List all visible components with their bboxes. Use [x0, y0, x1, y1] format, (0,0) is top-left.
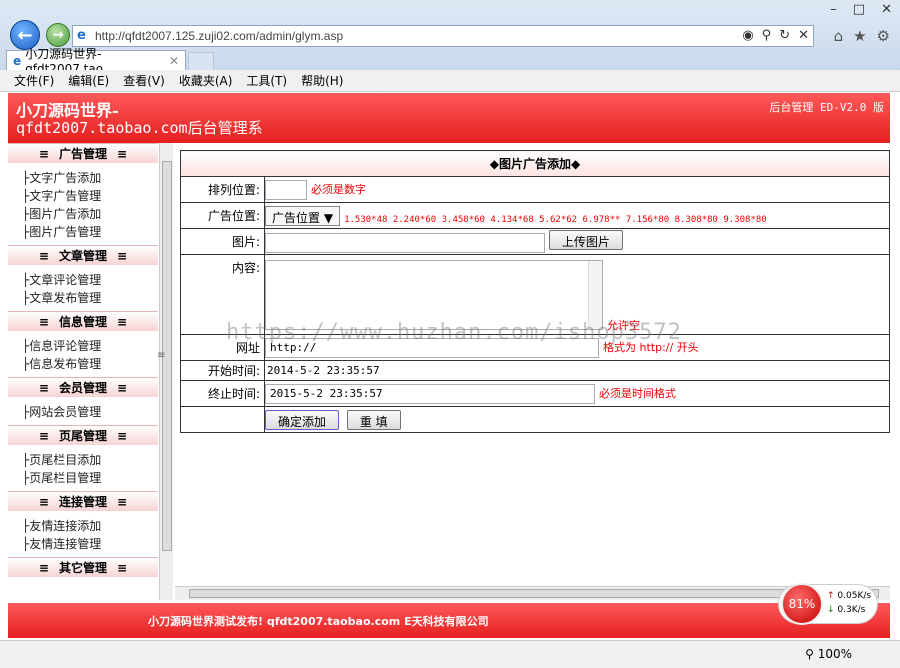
- empty-cell: [180, 406, 265, 433]
- position-label: 广告位置:: [180, 202, 265, 229]
- sidebar-item-text-ad-manage[interactable]: ├文字广告管理: [22, 187, 158, 205]
- content-textarea[interactable]: [265, 259, 603, 330]
- sidebar-item-footer-add[interactable]: ├页尾栏目添加: [22, 451, 158, 469]
- sidebar-scrollbar[interactable]: [159, 143, 173, 600]
- banner-subtitle: qfdt2007.taobao.com后台管理系: [16, 119, 263, 137]
- sidebar-item-article-comments[interactable]: ├文章评论管理: [22, 271, 158, 289]
- watermark: https://www.huzhan.com/ishop3572: [226, 320, 682, 345]
- zoom-level[interactable]: ⚲ 100%: [805, 647, 852, 661]
- tab-close-icon[interactable]: ✕: [169, 54, 179, 68]
- image-label: 图片:: [180, 228, 265, 255]
- reset-button[interactable]: 重 填: [346, 409, 401, 430]
- address-tools: ◉ ⚲ ↻ ✕: [742, 28, 809, 43]
- forward-arrow-icon[interactable]: →: [46, 23, 70, 47]
- scrollbar-thumb[interactable]: [189, 589, 879, 598]
- end-time-input[interactable]: 2015-5-2 23:35:57: [265, 383, 595, 404]
- sidebar-item-links-add[interactable]: ├友情连接添加: [22, 517, 158, 535]
- gear-icon[interactable]: ⚙: [877, 27, 890, 45]
- download-speed: ↓ 0.3K/s: [827, 605, 866, 615]
- minimize-icon[interactable]: –: [830, 2, 837, 17]
- sidebar-item-text-ad-add[interactable]: ├文字广告添加: [22, 169, 158, 187]
- frame-splitter-icon[interactable]: ≡: [157, 350, 165, 361]
- new-tab-button[interactable]: [188, 52, 214, 70]
- address-bar[interactable]: e http://qfdt2007.125.zuji02.com/admin/g…: [72, 25, 814, 47]
- position-hint: 1.530*48 2.240*60 3.458*60 4.134*68 5.62…: [344, 214, 767, 225]
- image-input[interactable]: [265, 232, 545, 253]
- menu-help[interactable]: 帮助(H): [301, 72, 343, 89]
- site-banner: 小刀源码世界- qfdt2007.taobao.com后台管理系 后台管理 ED…: [8, 93, 890, 143]
- main-form-area: ◆图片广告添加◆ 排列位置: 必须是数字 广告位置: 广告位置 ▼ 1.530*4…: [180, 150, 890, 582]
- menu-view[interactable]: 查看(V): [123, 72, 165, 89]
- order-label: 排列位置:: [180, 176, 265, 203]
- menu-bar: 文件(F) 编辑(E) 查看(V) 收藏夹(A) 工具(T) 帮助(H): [0, 70, 900, 92]
- upload-image-button[interactable]: 上传图片: [548, 230, 623, 251]
- search-icon[interactable]: ⚲: [762, 28, 772, 43]
- sidebar-item-links-manage[interactable]: ├友情连接管理: [22, 535, 158, 553]
- position-select[interactable]: 广告位置 ▼: [265, 205, 341, 226]
- sidebar-section-members[interactable]: ≡ 会员管理 ≡: [8, 377, 158, 397]
- section-title: 广告管理: [58, 147, 107, 161]
- sidebar-section-info[interactable]: ≡ 信息管理 ≡: [8, 311, 158, 331]
- sidebar: ≡ 广告管理 ≡ ├文字广告添加 ├文字广告管理 ├图片广告添加 ├图片广告管理 ≡…: [8, 143, 158, 600]
- maximize-icon[interactable]: □: [853, 2, 865, 17]
- site-footer: 小刀源码世界测试发布! qfdt2007.taobao.com E天科技有限公司: [8, 603, 890, 638]
- ie-logo-icon: e: [77, 28, 86, 43]
- section-title: 其它管理: [58, 561, 107, 575]
- compat-icon[interactable]: ◉: [742, 28, 753, 43]
- arrow-down-icon: ↓: [827, 605, 835, 615]
- status-bar: ⚲ 100%: [0, 640, 900, 668]
- sidebar-section-footer[interactable]: ≡ 页尾管理 ≡: [8, 425, 158, 445]
- browser-tab[interactable]: e 小刀源码世界-qfdt2007.tao... ✕: [6, 47, 186, 76]
- section-title: 信息管理: [58, 315, 107, 329]
- sidebar-item-info-publish[interactable]: ├信息发布管理: [22, 355, 158, 373]
- arrow-up-icon: ↑: [827, 591, 835, 601]
- textarea-scrollbar[interactable]: [588, 260, 602, 329]
- sidebar-section-ads[interactable]: ≡ 广告管理 ≡: [8, 143, 158, 163]
- address-url[interactable]: http://qfdt2007.125.zuji02.com/admin/gly…: [95, 29, 343, 43]
- toolbar-icons: ⌂ ★ ⚙: [834, 27, 890, 45]
- section-title: 连接管理: [58, 495, 107, 509]
- window-controls: – □ ✕: [830, 2, 892, 17]
- sidebar-item-footer-manage[interactable]: ├页尾栏目管理: [22, 469, 158, 487]
- gauge-percent: 81%: [781, 583, 823, 625]
- tab-favicon-icon: e: [13, 53, 22, 68]
- favorites-star-icon[interactable]: ★: [853, 27, 866, 45]
- upload-speed: ↑ 0.05K/s: [827, 591, 872, 601]
- home-icon[interactable]: ⌂: [834, 27, 844, 45]
- order-hint: 必须是数字: [311, 183, 366, 196]
- image-ad-form: ◆图片广告添加◆ 排列位置: 必须是数字 广告位置: 广告位置 ▼ 1.530*4…: [180, 150, 890, 433]
- sidebar-section-articles[interactable]: ≡ 文章管理 ≡: [8, 245, 158, 265]
- menu-tools[interactable]: 工具(T): [246, 72, 287, 89]
- menu-favorites[interactable]: 收藏夹(A): [179, 72, 233, 89]
- section-title: 会员管理: [58, 381, 107, 395]
- network-gauge: 81% ↑ 0.05K/s ↓ 0.3K/s: [778, 583, 878, 625]
- banner-version: 后台管理 ED-V2.0 版: [769, 101, 884, 114]
- form-title: ◆图片广告添加◆: [180, 150, 890, 177]
- stop-icon[interactable]: ✕: [798, 28, 809, 43]
- start-time-value: 2014-5-2 23:35:57: [264, 360, 890, 381]
- sidebar-item-image-ad-add[interactable]: ├图片广告添加: [22, 205, 158, 223]
- section-title: 页尾管理: [58, 429, 107, 443]
- refresh-icon[interactable]: ↻: [779, 28, 790, 43]
- end-time-label: 终止时间:: [180, 380, 265, 407]
- sidebar-item-article-publish[interactable]: ├文章发布管理: [22, 289, 158, 307]
- zoom-icon: ⚲: [805, 647, 814, 661]
- sidebar-section-links[interactable]: ≡ 连接管理 ≡: [8, 491, 158, 511]
- sidebar-item-info-comments[interactable]: ├信息评论管理: [22, 337, 158, 355]
- section-title: 文章管理: [58, 249, 107, 263]
- browser-chrome: ← → e http://qfdt2007.125.zuji02.com/adm…: [0, 0, 900, 76]
- end-time-hint: 必须是时间格式: [599, 387, 676, 400]
- chevron-down-icon: ▼: [323, 210, 334, 225]
- sidebar-item-members[interactable]: ├网站会员管理: [22, 403, 158, 421]
- start-time-label: 开始时间:: [180, 360, 265, 381]
- menu-edit[interactable]: 编辑(E): [68, 72, 109, 89]
- submit-button[interactable]: 确定添加: [265, 409, 340, 430]
- menu-file[interactable]: 文件(F): [14, 72, 54, 89]
- close-window-icon[interactable]: ✕: [881, 2, 892, 17]
- order-input[interactable]: [265, 179, 307, 200]
- sidebar-section-other[interactable]: ≡ 其它管理 ≡: [8, 557, 158, 577]
- sidebar-item-image-ad-manage[interactable]: ├图片广告管理: [22, 223, 158, 241]
